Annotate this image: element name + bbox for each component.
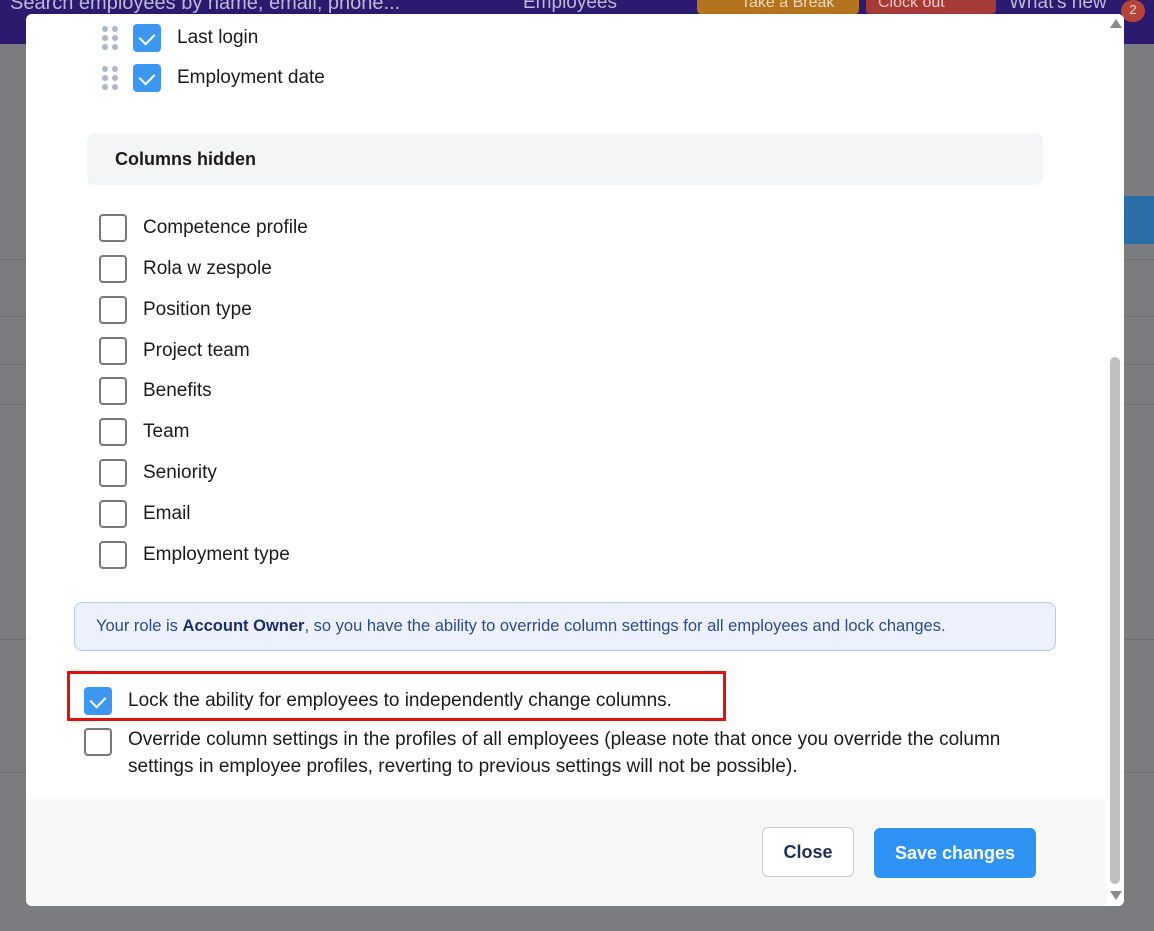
hidden-column-row[interactable]: Competence profile bbox=[99, 214, 308, 242]
background-whats-new-badge: 2 bbox=[1121, 0, 1145, 22]
scroll-up-arrow-icon[interactable] bbox=[1110, 19, 1122, 28]
lock-columns-checkbox[interactable] bbox=[84, 687, 112, 715]
save-changes-button[interactable]: Save changes bbox=[874, 828, 1036, 878]
override-settings-option[interactable]: Override column settings in the profiles… bbox=[84, 726, 1028, 780]
modal-scrollbar[interactable] bbox=[1106, 14, 1124, 906]
hidden-column-row[interactable]: Rola w zespole bbox=[99, 255, 272, 283]
hidden-column-row[interactable]: Team bbox=[99, 418, 189, 446]
hidden-column-label: Email bbox=[143, 503, 191, 524]
override-settings-label: Override column settings in the profiles… bbox=[128, 729, 1001, 777]
background-take-break-button: Take a Break bbox=[697, 0, 859, 14]
background-clock-out-button: Clock out bbox=[866, 0, 996, 14]
hidden-column-label: Position type bbox=[143, 299, 252, 320]
hidden-column-label: Project team bbox=[143, 340, 250, 361]
hidden-column-label: Rola w zespole bbox=[143, 258, 272, 279]
hidden-column-checkbox[interactable] bbox=[99, 337, 127, 365]
info-suffix: , so you have the ability to override co… bbox=[304, 617, 946, 635]
scrollbar-thumb[interactable] bbox=[1110, 357, 1120, 884]
scroll-down-arrow-icon[interactable] bbox=[1110, 891, 1122, 900]
background-search-placeholder: Search employees by name, email, phone..… bbox=[10, 0, 401, 14]
hidden-column-row[interactable]: Seniority bbox=[99, 459, 217, 487]
override-settings-checkbox[interactable] bbox=[84, 728, 112, 756]
column-settings-modal: Last login Employment date Columns hidde… bbox=[26, 14, 1124, 906]
visible-column-row[interactable]: Last login bbox=[102, 24, 258, 52]
close-button[interactable]: Close bbox=[762, 827, 854, 877]
hidden-column-checkbox[interactable] bbox=[99, 541, 127, 569]
modal-scroll-body[interactable]: Last login Employment date Columns hidde… bbox=[26, 14, 1106, 799]
columns-hidden-header: Columns hidden bbox=[87, 133, 1043, 185]
visible-column-label: Employment date bbox=[177, 67, 325, 88]
background-whats-new: What's new bbox=[1009, 0, 1107, 13]
hidden-column-label: Employment type bbox=[143, 544, 290, 565]
hidden-column-row[interactable]: Position type bbox=[99, 296, 252, 324]
hidden-column-checkbox[interactable] bbox=[99, 255, 127, 283]
lock-columns-option[interactable]: Lock the ability for employees to indepe… bbox=[84, 687, 672, 715]
visible-column-row[interactable]: Employment date bbox=[102, 64, 325, 92]
modal-footer: Close Save changes bbox=[26, 799, 1106, 906]
lock-columns-label: Lock the ability for employees to indepe… bbox=[128, 690, 672, 711]
hidden-column-label: Seniority bbox=[143, 462, 217, 483]
hidden-column-checkbox[interactable] bbox=[99, 296, 127, 324]
drag-handle-icon[interactable] bbox=[102, 26, 118, 50]
info-role: Account Owner bbox=[182, 617, 305, 635]
info-prefix: Your role is bbox=[96, 617, 183, 635]
visible-column-label: Last login bbox=[177, 27, 259, 48]
hidden-column-checkbox[interactable] bbox=[99, 459, 127, 487]
hidden-column-label: Competence profile bbox=[143, 217, 308, 238]
hidden-column-checkbox[interactable] bbox=[99, 214, 127, 242]
visible-column-checkbox[interactable] bbox=[133, 24, 161, 52]
hidden-column-row[interactable]: Employment type bbox=[99, 541, 290, 569]
visible-column-checkbox[interactable] bbox=[133, 64, 161, 92]
hidden-column-row[interactable]: Benefits bbox=[99, 377, 212, 405]
hidden-column-checkbox[interactable] bbox=[99, 418, 127, 446]
role-info-notice: Your role is Account Owner, so you have … bbox=[74, 602, 1056, 651]
hidden-column-row[interactable]: Project team bbox=[99, 337, 250, 365]
background-employees-menu: Employees bbox=[523, 0, 617, 13]
hidden-column-row[interactable]: Email bbox=[99, 500, 191, 528]
drag-handle-icon[interactable] bbox=[102, 66, 118, 90]
hidden-column-label: Benefits bbox=[143, 380, 212, 401]
hidden-column-checkbox[interactable] bbox=[99, 377, 127, 405]
hidden-column-label: Team bbox=[143, 421, 190, 442]
hidden-column-checkbox[interactable] bbox=[99, 500, 127, 528]
